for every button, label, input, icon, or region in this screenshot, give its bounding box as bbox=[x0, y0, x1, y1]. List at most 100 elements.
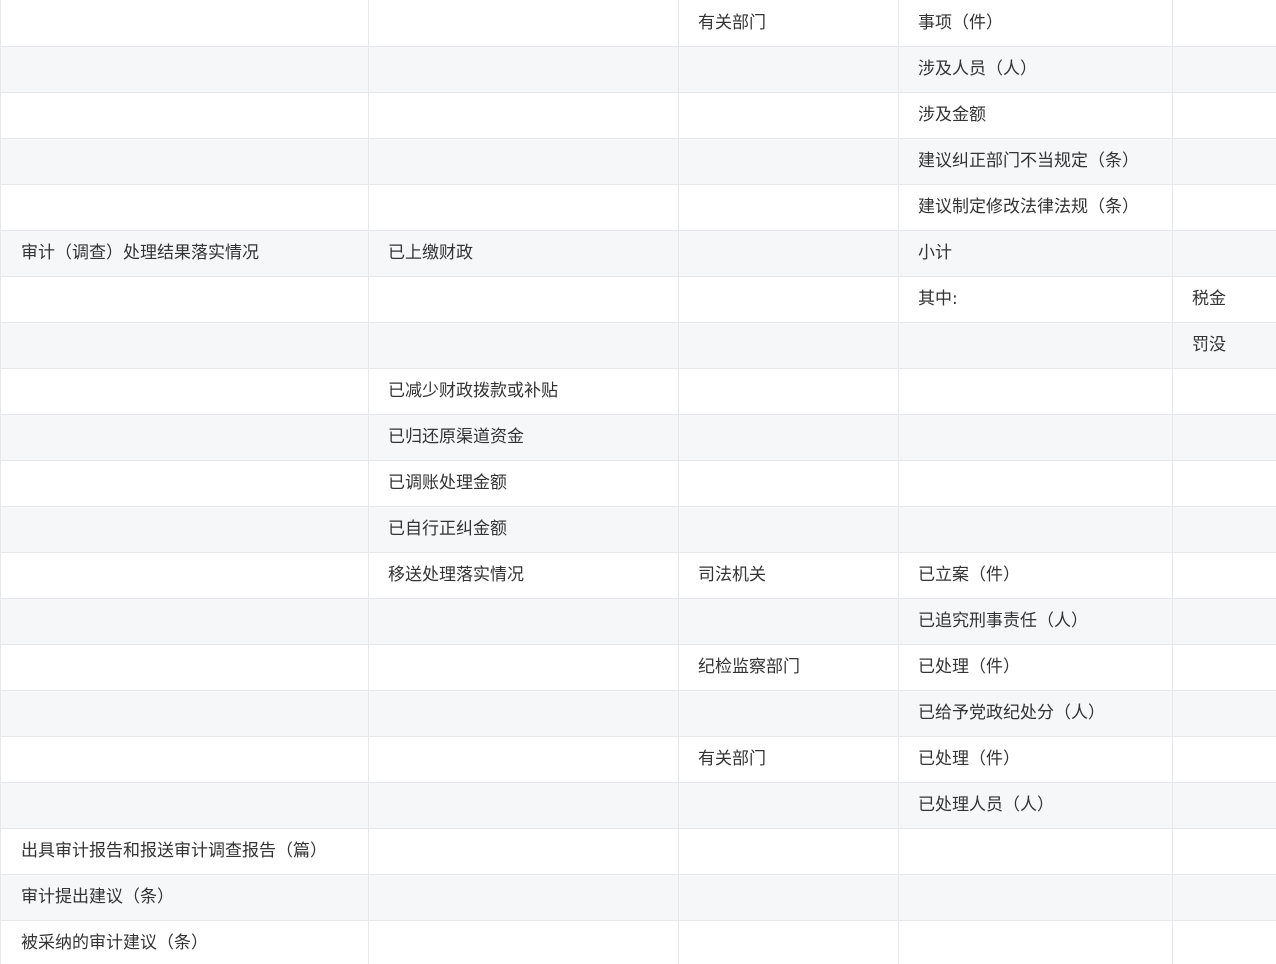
table-row: 已调账处理金额 bbox=[0, 460, 1276, 507]
table-cell: 出具审计报告和报送审计调查报告（篇） bbox=[0, 828, 369, 875]
table-cell bbox=[898, 368, 1173, 415]
table-cell bbox=[0, 782, 369, 829]
table-cell bbox=[0, 276, 369, 323]
table-cell bbox=[678, 322, 899, 369]
table-cell: 已归还原渠道资金 bbox=[368, 414, 679, 461]
table-cell bbox=[368, 598, 679, 645]
table-row: 被采纳的审计建议（条） bbox=[0, 920, 1276, 964]
table-cell bbox=[0, 138, 369, 185]
table-cell bbox=[0, 598, 369, 645]
table-row: 已减少财政拨款或补贴 bbox=[0, 368, 1276, 415]
table-cell bbox=[0, 506, 369, 553]
table-cell bbox=[1172, 828, 1276, 875]
table-cell bbox=[1172, 874, 1276, 921]
table-cell bbox=[1172, 92, 1276, 139]
table-row: 出具审计报告和报送审计调查报告（篇） bbox=[0, 828, 1276, 875]
table-row: 移送处理落实情况 司法机关 已立案（件） bbox=[0, 552, 1276, 599]
table-cell bbox=[678, 368, 899, 415]
table-cell bbox=[0, 460, 369, 507]
table-cell bbox=[0, 690, 369, 737]
table-cell bbox=[898, 322, 1173, 369]
table-cell bbox=[1172, 782, 1276, 829]
table-cell bbox=[678, 414, 899, 461]
table-cell bbox=[678, 920, 899, 964]
table-cell: 事项（件） bbox=[898, 0, 1173, 47]
table-cell bbox=[0, 0, 369, 47]
table-cell bbox=[368, 644, 679, 691]
table-cell: 已处理人员（人） bbox=[898, 782, 1173, 829]
table-cell: 已减少财政拨款或补贴 bbox=[368, 368, 679, 415]
table-cell bbox=[368, 736, 679, 783]
table-cell bbox=[368, 874, 679, 921]
table-cell bbox=[0, 46, 369, 93]
table-cell: 已自行正纠金额 bbox=[368, 506, 679, 553]
table-cell bbox=[368, 920, 679, 964]
table-cell: 涉及金额 bbox=[898, 92, 1173, 139]
audit-results-table: 有关部门 事项（件） 涉及人员（人） 涉及金额 建议纠正部门不当规定（条） 建议… bbox=[0, 0, 1276, 964]
table-cell bbox=[1172, 552, 1276, 599]
table-cell: 已上缴财政 bbox=[368, 230, 679, 277]
table-cell: 小计 bbox=[898, 230, 1173, 277]
table-cell bbox=[678, 690, 899, 737]
table-cell bbox=[1172, 184, 1276, 231]
table-cell: 已追究刑事责任（人） bbox=[898, 598, 1173, 645]
table-cell bbox=[368, 184, 679, 231]
table-row: 已追究刑事责任（人） bbox=[0, 598, 1276, 645]
table-cell: 税金 bbox=[1172, 276, 1276, 323]
table-cell: 有关部门 bbox=[678, 0, 899, 47]
table-row: 纪检监察部门 已处理（件） bbox=[0, 644, 1276, 691]
table-row: 有关部门 已处理（件） bbox=[0, 736, 1276, 783]
table-row: 罚没 bbox=[0, 322, 1276, 369]
table-cell bbox=[1172, 414, 1276, 461]
table-cell bbox=[1172, 368, 1276, 415]
table-cell bbox=[1172, 690, 1276, 737]
table-cell: 审计提出建议（条） bbox=[0, 874, 369, 921]
table-cell bbox=[368, 276, 679, 323]
table-cell bbox=[678, 46, 899, 93]
table-cell bbox=[678, 92, 899, 139]
table-cell bbox=[678, 138, 899, 185]
table-row: 审计提出建议（条） bbox=[0, 874, 1276, 921]
table-cell bbox=[0, 644, 369, 691]
table-cell: 已立案（件） bbox=[898, 552, 1173, 599]
table-cell bbox=[898, 920, 1173, 964]
table-cell: 已处理（件） bbox=[898, 736, 1173, 783]
table-row: 建议纠正部门不当规定（条） bbox=[0, 138, 1276, 185]
table-cell bbox=[898, 414, 1173, 461]
table-cell bbox=[368, 322, 679, 369]
table-row: 其中: 税金 bbox=[0, 276, 1276, 323]
table-row: 已自行正纠金额 bbox=[0, 506, 1276, 553]
table-cell: 已调账处理金额 bbox=[368, 460, 679, 507]
table-cell bbox=[678, 782, 899, 829]
table-row: 审计（调查）处理结果落实情况 已上缴财政 小计 bbox=[0, 230, 1276, 277]
table-row: 已给予党政纪处分（人） bbox=[0, 690, 1276, 737]
table-cell bbox=[1172, 0, 1276, 47]
table-cell: 审计（调查）处理结果落实情况 bbox=[0, 230, 369, 277]
table-cell: 涉及人员（人） bbox=[898, 46, 1173, 93]
table-cell bbox=[678, 874, 899, 921]
table-cell bbox=[368, 782, 679, 829]
table-cell bbox=[0, 322, 369, 369]
table-cell: 已给予党政纪处分（人） bbox=[898, 690, 1173, 737]
table-cell bbox=[678, 230, 899, 277]
table-row: 建议制定修改法律法规（条） bbox=[0, 184, 1276, 231]
table-cell bbox=[0, 184, 369, 231]
table-cell bbox=[1172, 920, 1276, 964]
table-cell bbox=[898, 874, 1173, 921]
table-cell bbox=[0, 414, 369, 461]
table-cell bbox=[368, 828, 679, 875]
table-row: 有关部门 事项（件） bbox=[0, 0, 1276, 47]
table-cell bbox=[1172, 506, 1276, 553]
table-cell bbox=[1172, 460, 1276, 507]
table-cell bbox=[1172, 598, 1276, 645]
table-row: 涉及人员（人） bbox=[0, 46, 1276, 93]
table-row: 已处理人员（人） bbox=[0, 782, 1276, 829]
table-cell bbox=[678, 598, 899, 645]
table-cell bbox=[1172, 230, 1276, 277]
table-cell: 其中: bbox=[898, 276, 1173, 323]
table-cell: 建议纠正部门不当规定（条） bbox=[898, 138, 1173, 185]
table-cell bbox=[0, 92, 369, 139]
table-cell bbox=[1172, 644, 1276, 691]
table-cell bbox=[0, 368, 369, 415]
table-cell bbox=[0, 736, 369, 783]
